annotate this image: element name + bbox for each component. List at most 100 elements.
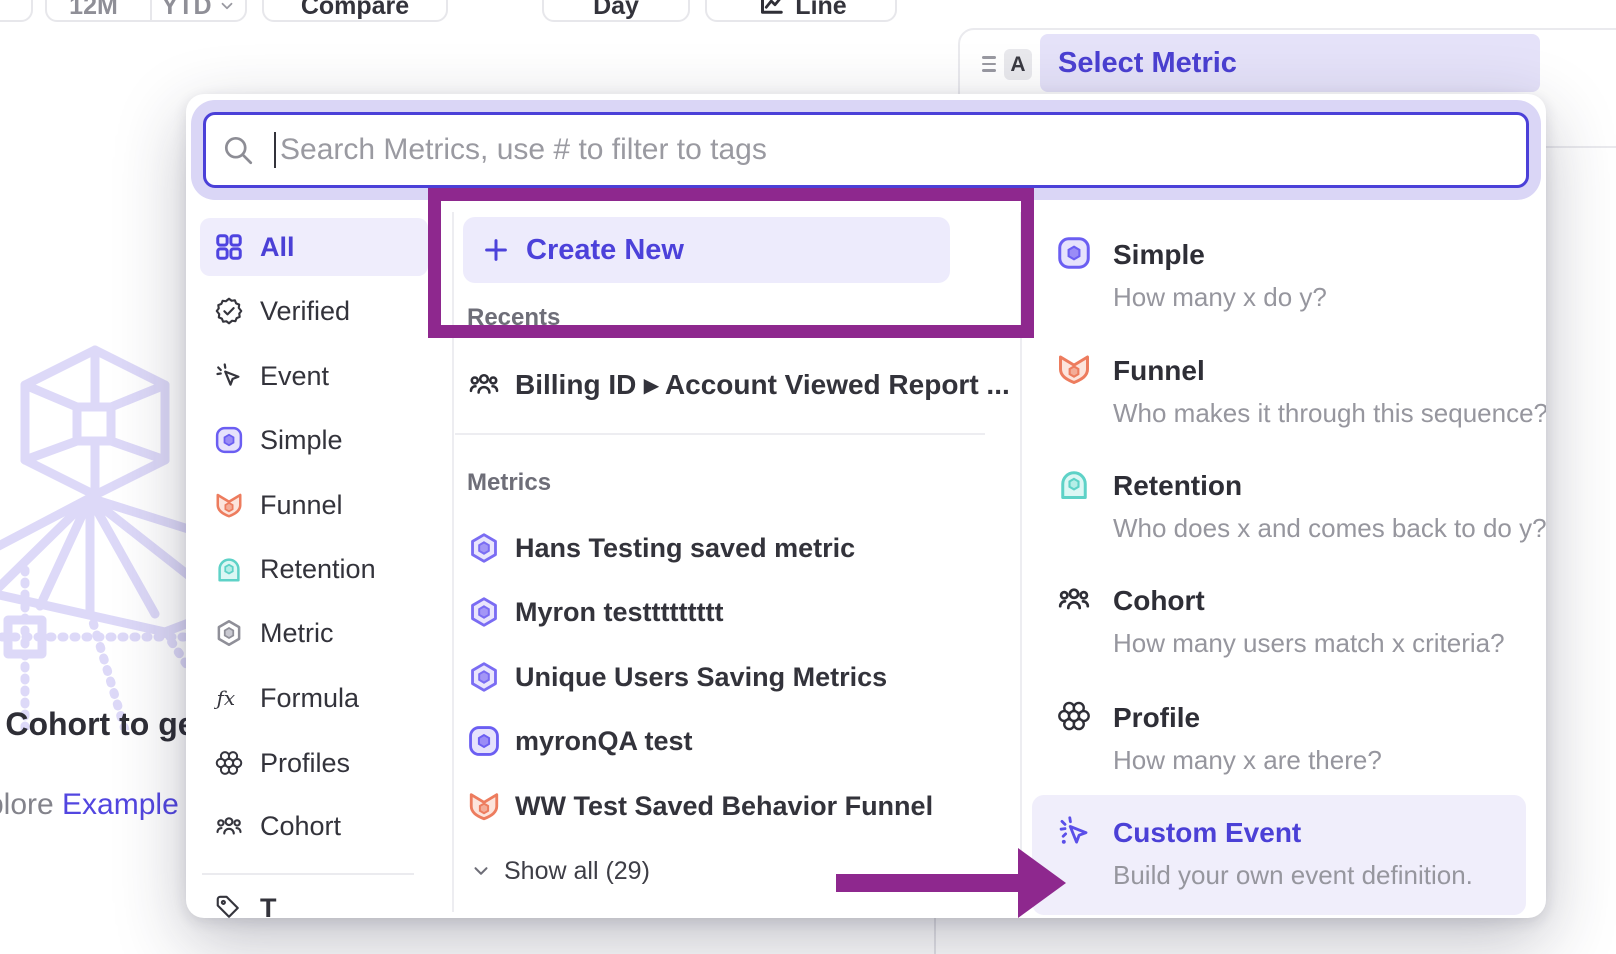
- metric-a-badge: A: [1004, 49, 1032, 80]
- grid-icon: [214, 232, 244, 262]
- recent-item-label: Billing ID ▸ Account Viewed Report ...: [515, 368, 1010, 401]
- middle-divider: [455, 433, 985, 435]
- show-all-toggle[interactable]: Show all (29): [470, 847, 650, 895]
- select-metric-field[interactable]: Select Metric: [1040, 34, 1540, 92]
- custom-event-icon: [1056, 813, 1092, 849]
- text-cursor: [274, 132, 276, 168]
- range-12m-label: 12M: [69, 0, 118, 21]
- sidebar-item-metric[interactable]: Metric: [200, 604, 428, 662]
- type-option-title: Profile: [1113, 698, 1200, 738]
- line-chart-icon: [755, 0, 785, 21]
- type-option-retention[interactable]: Retention Who does x and comes back to d…: [1032, 452, 1526, 564]
- select-metric-label: Select Metric: [1058, 47, 1237, 80]
- simple-icon: [1056, 235, 1092, 271]
- metric-item-label: myronQA test: [515, 726, 693, 757]
- sidebar-item-formula[interactable]: ƒx Formula: [200, 669, 428, 727]
- sidebar-item-label: T: [260, 893, 277, 919]
- type-option-title: Cohort: [1113, 581, 1205, 621]
- metric-item-label: Hans Testing saved metric: [515, 533, 855, 564]
- type-option-cohort[interactable]: Cohort How many users match x criteria?: [1032, 567, 1526, 679]
- sidebar-divider: [202, 873, 414, 875]
- metrics-section-label: Metrics: [467, 467, 551, 499]
- app-screen: 12M YTD Compare Day Line r Coho: [0, 0, 1616, 954]
- metric-item-label: WW Test Saved Behavior Funnel: [515, 791, 933, 822]
- recent-item-billing[interactable]: Billing ID ▸ Account Viewed Report ...: [467, 360, 987, 408]
- type-option-desc: How many x are there?: [1113, 742, 1382, 778]
- sidebar-item-profiles[interactable]: Profiles: [200, 734, 428, 792]
- simple-icon: [467, 724, 501, 758]
- metric-list-item[interactable]: Hans Testing saved metric: [467, 524, 987, 572]
- type-option-custom-event[interactable]: Custom Event Build your own event defini…: [1032, 795, 1526, 915]
- toolbar-partial-button[interactable]: [0, 0, 33, 22]
- metric-hexagon-icon: [214, 618, 244, 648]
- metric-list-item[interactable]: Unique Users Saving Metrics: [467, 653, 987, 701]
- compare-label: Compare: [301, 0, 409, 21]
- metric-search-input[interactable]: Search Metrics, use # to filter to tags: [203, 112, 1529, 188]
- sidebar-item-all[interactable]: All: [200, 218, 428, 276]
- sidebar-item-label: Profiles: [260, 748, 350, 779]
- sidebar-item-verified[interactable]: Verified: [200, 282, 428, 340]
- type-option-desc: How many x do y?: [1113, 279, 1327, 315]
- type-option-desc: Who makes it through this sequence?: [1113, 395, 1546, 431]
- verified-badge-icon: [214, 296, 244, 326]
- tag-icon: [214, 893, 244, 918]
- type-option-title: Retention: [1113, 466, 1242, 506]
- sidebar-item-tags-partial[interactable]: T: [200, 879, 428, 918]
- type-option-title: Custom Event: [1113, 813, 1301, 853]
- type-option-desc: Who does x and comes back to do y?: [1113, 510, 1546, 546]
- cohort-icon: [467, 367, 501, 401]
- metric-item-label: Myron testtttttttt: [515, 597, 723, 628]
- event-cursor-icon: [214, 361, 244, 391]
- day-label: Day: [593, 0, 639, 21]
- type-option-profile[interactable]: Profile How many x are there?: [1032, 684, 1526, 796]
- badge-letter: A: [1010, 53, 1025, 77]
- annotation-arrow-icon: [830, 845, 1070, 920]
- granularity-day-button[interactable]: Day: [542, 0, 690, 22]
- sidebar-item-retention[interactable]: Retention: [200, 540, 428, 598]
- empty-state-subtitle: xplore Example R: [0, 788, 209, 822]
- empty-state-title: r Cohort to ge: [0, 706, 196, 743]
- sidebar-item-label: Simple: [260, 425, 343, 456]
- sidebar-item-simple[interactable]: Simple: [200, 411, 428, 469]
- type-option-funnel[interactable]: Funnel Who makes it through this sequenc…: [1032, 337, 1526, 449]
- retention-icon: [1056, 466, 1092, 502]
- sidebar-item-label: Formula: [260, 683, 359, 714]
- metric-item-label: Unique Users Saving Metrics: [515, 662, 887, 693]
- simple-icon: [214, 425, 244, 455]
- date-range-segmented-control: 12M YTD: [45, 0, 247, 22]
- drag-handle-icon[interactable]: [982, 52, 996, 76]
- metric-hexagon-icon: [467, 531, 501, 565]
- sidebar-item-event[interactable]: Event: [200, 347, 428, 405]
- compare-button[interactable]: Compare: [262, 0, 448, 22]
- search-placeholder: Search Metrics, use # to filter to tags: [280, 133, 767, 167]
- line-label: Line: [795, 0, 846, 21]
- chevron-down-icon: [470, 860, 492, 882]
- cohort-icon: [1056, 581, 1092, 617]
- metric-list-item[interactable]: myronQA test: [467, 717, 987, 765]
- svg-text:ƒx: ƒx: [214, 686, 235, 710]
- range-12m-button[interactable]: 12M: [47, 0, 140, 20]
- profiles-icon: [214, 748, 244, 778]
- sidebar-item-label: Metric: [260, 618, 334, 649]
- type-option-simple[interactable]: Simple How many x do y?: [1032, 221, 1526, 333]
- annotation-highlight-box: [428, 188, 1034, 338]
- profiles-icon: [1056, 698, 1092, 734]
- formula-icon: ƒx: [214, 683, 244, 713]
- metric-list-item[interactable]: WW Test Saved Behavior Funnel: [467, 782, 987, 830]
- search-icon: [220, 132, 256, 168]
- range-ytd-button[interactable]: YTD: [150, 0, 245, 20]
- metric-hexagon-icon: [467, 660, 501, 694]
- sidebar-item-funnel[interactable]: Funnel: [200, 476, 428, 534]
- sidebar-item-label: Event: [260, 361, 329, 392]
- sidebar-item-label: Verified: [260, 296, 350, 327]
- sidebar-item-label: Funnel: [260, 490, 343, 521]
- cohort-icon: [214, 811, 244, 841]
- metric-hexagon-icon: [467, 595, 501, 629]
- funnel-icon: [467, 789, 501, 823]
- range-ytd-label: YTD: [162, 0, 212, 21]
- type-option-title: Simple: [1113, 235, 1205, 275]
- metric-list-item[interactable]: Myron testtttttttt: [467, 588, 987, 636]
- type-option-desc: Build your own event definition.: [1113, 857, 1473, 893]
- sidebar-item-cohort[interactable]: Cohort: [200, 797, 428, 855]
- chart-type-line-button[interactable]: Line: [705, 0, 897, 22]
